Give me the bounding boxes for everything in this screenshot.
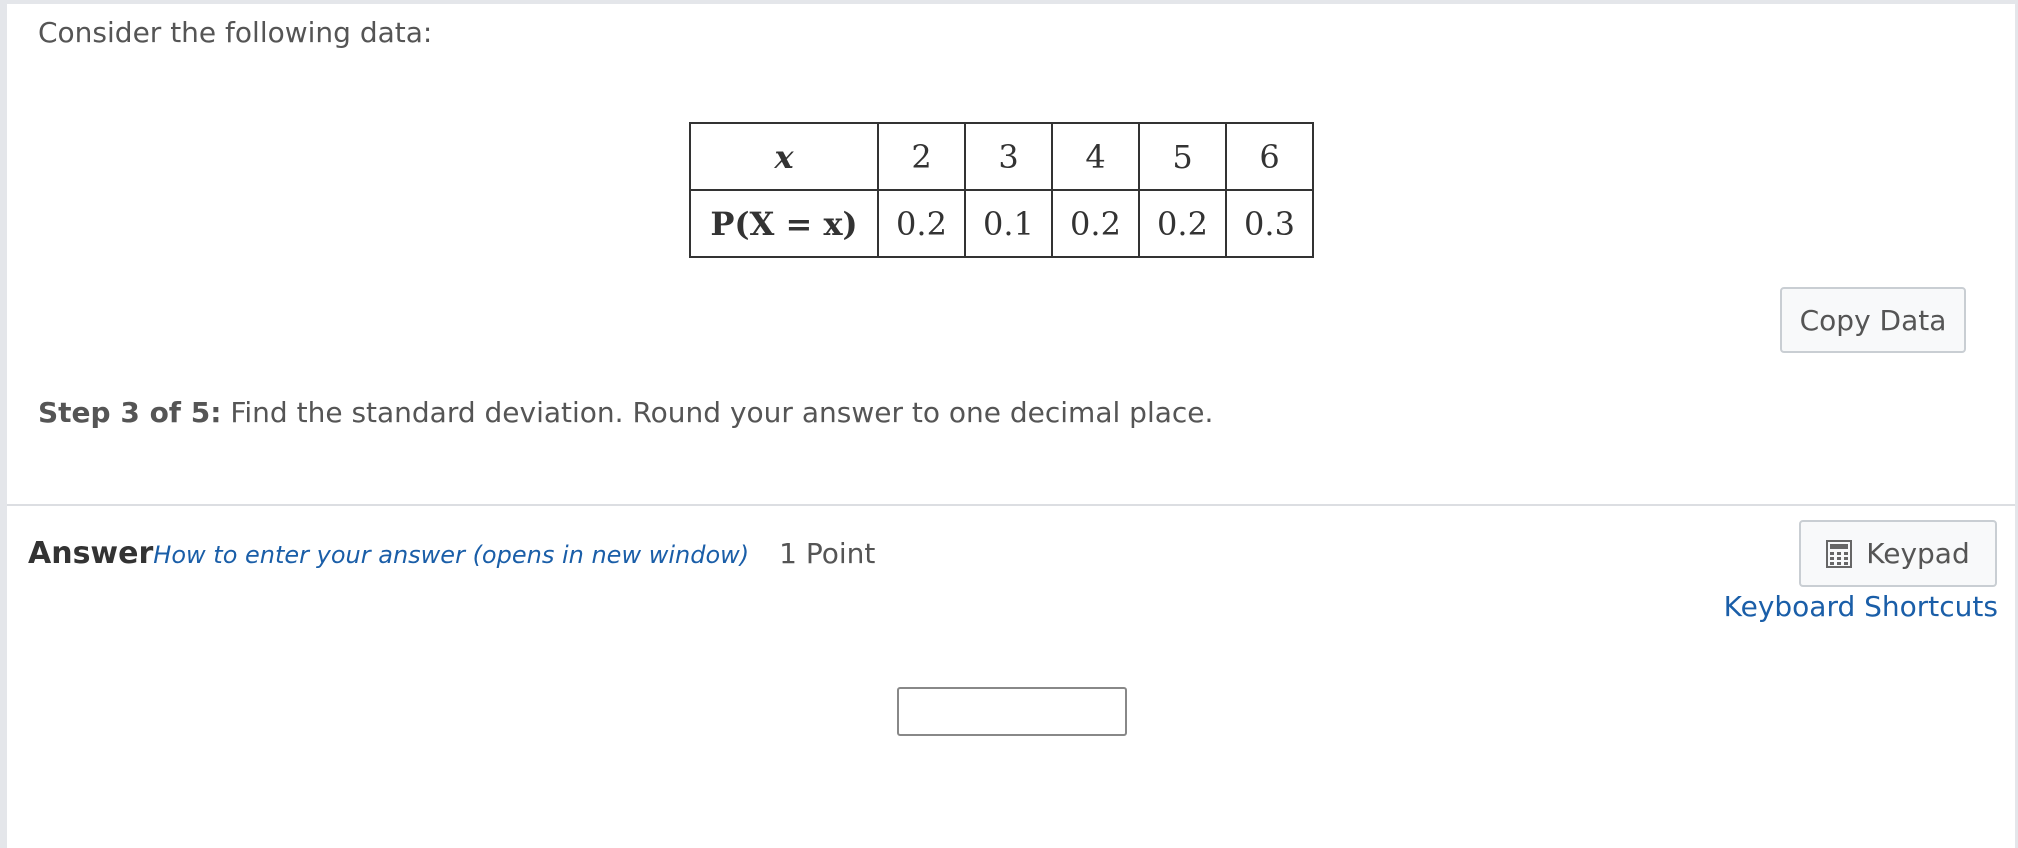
- p-value-cell: 0.3: [1225, 189, 1314, 258]
- table-row-p: P(X = x) 0.2 0.1 0.2 0.2 0.3: [689, 189, 1314, 258]
- section-divider: [7, 504, 2015, 506]
- keypad-label: Keypad: [1866, 537, 1970, 570]
- probability-table: x 2 3 4 5 6 P(X = x) 0.2 0.1 0.2 0.2 0.3: [689, 122, 1314, 258]
- p-value-cell: 0.2: [877, 189, 966, 258]
- step-label: Step 3 of 5:: [38, 396, 222, 429]
- keyboard-shortcuts-link[interactable]: Keyboard Shortcuts: [1724, 590, 1998, 623]
- x-header-cell: x: [689, 122, 879, 191]
- answer-input[interactable]: [897, 687, 1127, 736]
- keypad-button[interactable]: Keypad: [1799, 520, 1997, 587]
- x-value-cell: 5: [1138, 122, 1227, 191]
- p-value-cell: 0.2: [1138, 189, 1227, 258]
- copy-data-button[interactable]: Copy Data: [1780, 287, 1966, 353]
- p-value-cell: 0.1: [964, 189, 1053, 258]
- step-instruction: Step 3 of 5: Find the standard deviation…: [38, 396, 1213, 429]
- p-value-cell: 0.2: [1051, 189, 1140, 258]
- table-row-x: x 2 3 4 5 6: [689, 122, 1314, 191]
- x-value-cell: 6: [1225, 122, 1314, 191]
- answer-label: Answer: [28, 536, 154, 571]
- how-to-enter-link[interactable]: How to enter your answer (opens in new w…: [153, 541, 749, 569]
- p-header-cell: P(X = x): [689, 189, 879, 258]
- points-label: 1 Point: [779, 537, 876, 570]
- x-value-cell: 2: [877, 122, 966, 191]
- answer-header: Answer How to enter your answer (opens i…: [28, 536, 875, 576]
- step-text: Find the standard deviation. Round your …: [221, 396, 1214, 429]
- x-value-cell: 3: [964, 122, 1053, 191]
- calculator-icon: [1826, 539, 1853, 568]
- x-value-cell: 4: [1051, 122, 1140, 191]
- intro-text: Consider the following data:: [38, 16, 433, 49]
